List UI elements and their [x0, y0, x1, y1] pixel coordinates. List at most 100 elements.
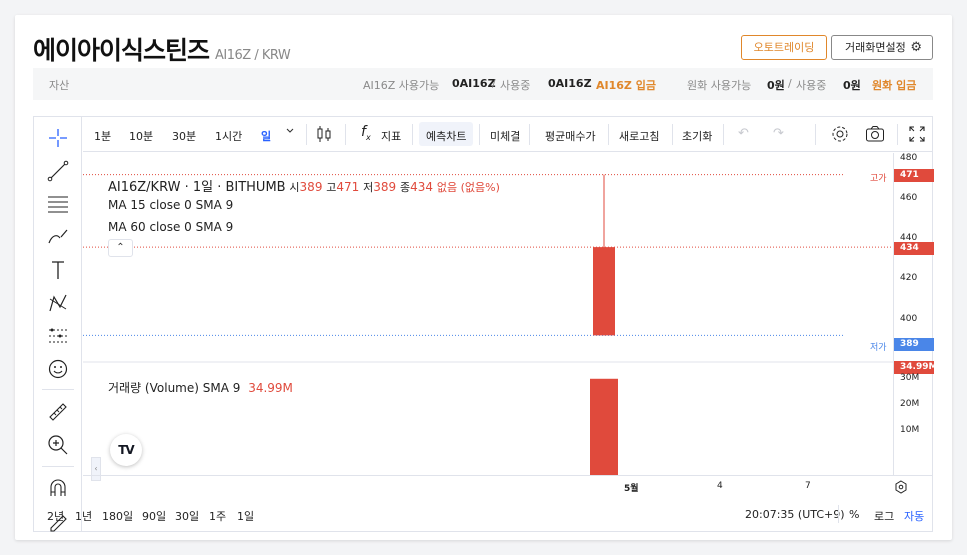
fx-icon[interactable]: fx — [361, 124, 371, 142]
krw-used-label: 사용중 — [796, 79, 827, 92]
zoom-in-icon[interactable] — [46, 433, 70, 457]
smiley-icon[interactable] — [46, 357, 70, 381]
range-1w[interactable]: 1주 — [209, 508, 226, 524]
price-tick: 460 — [900, 193, 918, 203]
brush-icon[interactable] — [46, 225, 70, 249]
unfilled-orders-button[interactable]: 미체결 — [490, 128, 520, 144]
legend-close-label: 종 — [400, 181, 411, 194]
toolbar-divider — [42, 389, 74, 390]
time-tick: 5월 — [624, 484, 639, 494]
legend-symbol: AI16Z/KRW · 1일 · BITHUMB — [108, 180, 286, 195]
interval-30m[interactable]: 30분 — [172, 128, 196, 144]
interval-1d[interactable]: 일 — [261, 128, 271, 144]
legend-ma15[interactable]: MA 15 close 0 SMA 9 — [108, 198, 233, 212]
volume-tick: 30M — [900, 373, 920, 383]
settings-icon[interactable] — [831, 125, 849, 146]
interval-1h[interactable]: 1시간 — [215, 128, 242, 144]
topbar-divider — [479, 124, 480, 145]
pair-label: AI16Z / KRW — [215, 48, 291, 63]
predict-chart-button[interactable]: 예측차트 — [426, 128, 466, 144]
krw-available-label: 원화 사용가능 — [687, 79, 752, 92]
topbar-divider — [608, 124, 609, 145]
horizontal-lines-icon[interactable] — [46, 192, 70, 216]
legend-low-label: 저 — [363, 181, 374, 194]
camera-icon[interactable] — [865, 125, 885, 146]
title-row: 에이아이식스틴즈 AI16Z / KRW — [33, 31, 291, 65]
legend-volume-label: 거래량 (Volume) SMA 9 — [108, 381, 241, 395]
low-price-tag: 389 — [894, 338, 934, 351]
low-line-label: 저가 — [870, 343, 887, 353]
range-2y[interactable]: 2년 — [47, 508, 64, 524]
topbar-divider — [345, 124, 346, 145]
coin-available-value: 0AI16Z — [452, 77, 496, 90]
trend-line-icon[interactable] — [46, 159, 70, 183]
auto-toggle[interactable]: 자동 — [904, 508, 924, 524]
crosshair-icon[interactable] — [46, 126, 70, 150]
pattern-icon[interactable] — [46, 291, 70, 315]
range-90d[interactable]: 90일 — [142, 508, 166, 524]
auto-trading-button[interactable]: 오토트레이딩 — [741, 35, 827, 60]
time-tick: 4 — [717, 481, 723, 491]
drawing-toolbar — [34, 117, 82, 532]
legend-volume-value: 34.99M — [248, 381, 293, 395]
chevron-down-icon[interactable] — [285, 126, 295, 139]
chart-widget: 1분 10분 30분 1시간 일 fx 지표 예측차트 미체결 평균매수가 새로… — [33, 116, 937, 532]
legend-change: 없음 (없음%) — [436, 181, 500, 194]
percent-toggle[interactable]: % — [849, 508, 859, 521]
coin-deposit-link[interactable]: AI16Z 입금 — [596, 77, 656, 93]
log-toggle[interactable]: 로그 — [874, 508, 894, 524]
price-tick: 420 — [900, 273, 918, 283]
toolbar-divider — [42, 466, 74, 467]
axis-settings-icon[interactable] — [894, 480, 908, 497]
high-line-label: 고가 — [870, 174, 887, 184]
range-180d[interactable]: 180일 — [102, 508, 133, 524]
topbar-divider — [529, 124, 530, 145]
range-1d[interactable]: 1일 — [237, 508, 254, 524]
assets-label: 자산 — [49, 79, 70, 92]
candle-style-icon[interactable] — [316, 125, 332, 146]
gear-icon: ⚙ — [910, 40, 922, 55]
range-30d[interactable]: 30일 — [175, 508, 199, 524]
topbar-divider — [897, 124, 898, 145]
legend-volume-row: 거래량 (Volume) SMA 9 34.99M — [108, 379, 293, 396]
assets-bar: 자산 AI16Z 사용가능 0AI16Z / 사용중 0AI16Z AI16Z … — [33, 68, 933, 100]
refresh-button[interactable]: 새로고침 — [619, 128, 659, 144]
forecast-icon[interactable] — [46, 324, 70, 348]
krw-deposit-link[interactable]: 원화 입금 — [872, 77, 916, 93]
redo-icon[interactable]: ↷ — [773, 126, 784, 141]
chart-topbar: 1분 10분 30분 1시간 일 fx 지표 예측차트 미체결 평균매수가 새로… — [83, 117, 932, 152]
undo-icon[interactable]: ↶ — [738, 126, 749, 141]
legend-high-value: 471 — [336, 180, 360, 194]
high-price-tag: 471 — [894, 169, 934, 182]
legend-collapse-button[interactable]: ⌃ — [108, 239, 133, 257]
current-price-tag: 434 — [894, 242, 934, 255]
clock-label[interactable]: 20:07:35 (UTC+9) — [745, 508, 845, 521]
reset-button[interactable]: 초기화 — [682, 128, 712, 144]
volume-bar — [590, 378, 618, 475]
volume-tick: 10M — [900, 425, 920, 435]
text-tool-icon[interactable] — [46, 258, 70, 282]
candle-body — [593, 247, 615, 336]
ruler-icon[interactable] — [46, 400, 70, 424]
interval-1m[interactable]: 1분 — [94, 128, 111, 144]
slash: / — [492, 77, 496, 90]
indicators-button[interactable]: 지표 — [381, 128, 401, 144]
range-1y[interactable]: 1년 — [75, 508, 92, 524]
fullscreen-icon[interactable] — [909, 126, 925, 145]
topbar-divider — [306, 124, 307, 145]
tradingview-logo[interactable]: TV — [110, 434, 142, 466]
legend-symbol-row: AI16Z/KRW · 1일 · BITHUMB 시389 고471 저389 … — [108, 176, 500, 195]
interval-10m[interactable]: 10분 — [129, 128, 153, 144]
avg-price-button[interactable]: 평균매수가 — [545, 128, 596, 144]
trading-card: 에이아이식스틴즈 AI16Z / KRW 오토트레이딩 거래화면설정 ⚙ 자산 … — [15, 15, 952, 540]
time-axis[interactable]: 5월 4 7 — [83, 475, 933, 497]
krw-used-value: 0원 — [843, 79, 861, 92]
price-axis[interactable]: 480 460 440 420 400 471 434 389 34.99M 3… — [893, 153, 937, 476]
legend-ma60[interactable]: MA 60 close 0 SMA 9 — [108, 220, 233, 234]
coin-used-value: 0AI16Z — [548, 77, 592, 90]
topbar-divider — [412, 124, 413, 145]
legend-low-value: 389 — [373, 180, 397, 194]
screen-settings-button[interactable]: 거래화면설정 ⚙ — [831, 35, 933, 60]
topbar-divider — [723, 124, 724, 145]
price-tick: 400 — [900, 314, 918, 324]
